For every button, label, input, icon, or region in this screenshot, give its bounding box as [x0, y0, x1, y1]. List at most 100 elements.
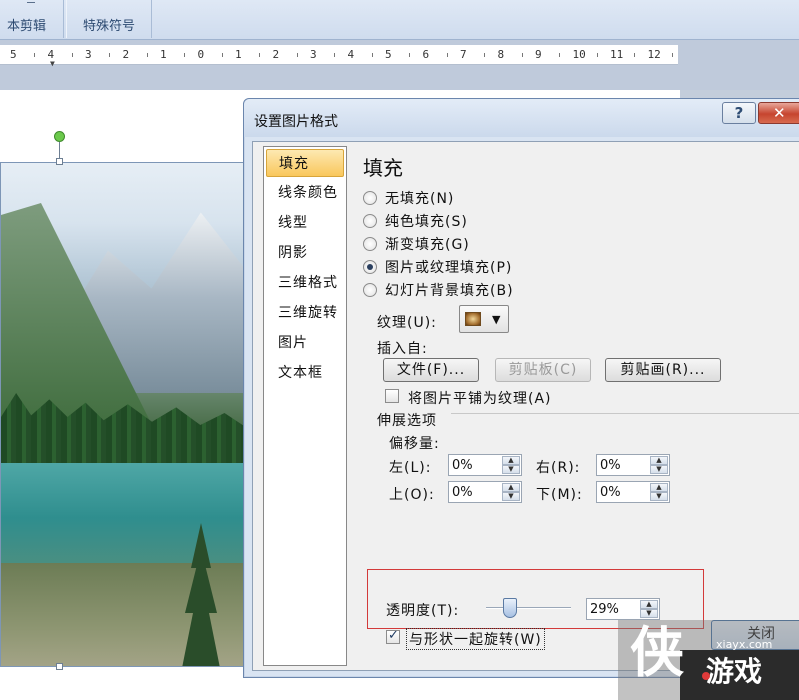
file-button[interactable]: 文件(F)...	[383, 358, 479, 382]
ruler-tick	[521, 53, 523, 57]
dropdown-arrow-icon: ▼	[492, 313, 501, 326]
ruler-label: 3	[85, 48, 92, 61]
ruler-tick	[671, 53, 673, 57]
fill-option[interactable]: 幻灯片背景填充(B)	[363, 280, 514, 300]
ribbon-group-special-symbols[interactable]: 特殊符号	[66, 0, 152, 38]
offset-right-value: 0%	[600, 458, 621, 473]
texture-swatch-icon	[465, 312, 481, 326]
close-icon[interactable]: ✕	[758, 102, 799, 124]
spin-up-icon[interactable]: ▲	[502, 483, 520, 492]
ruler-label: 11	[610, 48, 624, 61]
stretch-options-label: 伸展选项	[377, 410, 441, 430]
resize-handle-bottom[interactable]	[56, 663, 63, 670]
ribbon-group-clip[interactable]: 本剪辑	[0, 0, 64, 38]
panel-heading: 填充	[363, 156, 403, 180]
spin-down-icon[interactable]: ▼	[650, 465, 668, 474]
format-picture-dialog: 设置图片格式 ? ✕ 填充 线条颜色 线型 阴影 三维格式 三维旋转 图片 文本框 填充 无填…	[243, 98, 799, 678]
ruler-tick	[559, 53, 560, 57]
category-item[interactable]: 文本框	[266, 359, 344, 387]
ruler-tick	[259, 53, 260, 57]
ruler-tick	[409, 53, 410, 57]
spin-down-icon[interactable]: ▼	[640, 609, 658, 618]
rotate-with-shape-checkbox[interactable]	[386, 628, 400, 644]
offset-bottom-label: 下(M):	[536, 487, 583, 503]
ruler-label: 4	[347, 48, 355, 61]
category-item[interactable]: 三维旋转	[266, 299, 344, 327]
clipboard-button[interactable]: 剪贴板(C)	[495, 358, 591, 382]
dialog-body: 填充 线条颜色 线型 阴影 三维格式 三维旋转 图片 文本框 填充 无填充(N) 纯色填充(S)…	[252, 141, 799, 671]
transparency-slider-thumb[interactable]	[502, 598, 517, 618]
transparency-value: 29%	[590, 602, 619, 617]
transparency-spinner[interactable]: 29% ▲ ▼	[586, 598, 660, 620]
ruler-label: 2	[272, 48, 280, 61]
transparency-slider-track[interactable]	[486, 607, 571, 609]
radio-icon[interactable]	[363, 191, 377, 205]
ruler-label: 9	[535, 48, 542, 61]
ruler-tick	[446, 53, 448, 57]
category-item[interactable]: 填充	[266, 149, 344, 177]
watermark-dot-icon	[702, 672, 710, 680]
ruler-label: 7	[460, 48, 467, 61]
texture-dropdown[interactable]: ▼	[459, 305, 509, 333]
fill-option-label: 无填充(N)	[385, 191, 455, 207]
ruler-tick	[484, 53, 485, 57]
texture-label: 纹理(U):	[377, 315, 437, 331]
category-item[interactable]: 三维格式	[266, 269, 344, 297]
offset-bottom-spinner[interactable]: 0% ▲ ▼	[596, 481, 670, 503]
tile-texture-checkbox[interactable]	[385, 389, 399, 403]
ruler-tick	[296, 53, 298, 57]
dialog-title-bar[interactable]: 设置图片格式 ? ✕	[244, 99, 799, 137]
help-button[interactable]: ?	[722, 102, 756, 124]
offset-right-label: 右(R):	[536, 460, 581, 476]
ruler-label: 12	[647, 48, 661, 61]
ruler-label: 3	[310, 48, 317, 61]
radio-icon[interactable]	[363, 214, 377, 228]
radio-icon[interactable]	[363, 283, 377, 297]
ruler-tick	[184, 53, 185, 57]
fill-option-label: 幻灯片背景填充(B)	[385, 283, 514, 299]
spin-up-icon[interactable]: ▲	[640, 600, 658, 609]
fill-option-label: 图片或纹理填充(P)	[385, 260, 513, 276]
spin-down-icon[interactable]: ▼	[502, 465, 520, 474]
radio-icon[interactable]	[363, 237, 377, 251]
ruler-tick	[221, 53, 223, 57]
spin-down-icon[interactable]: ▼	[650, 492, 668, 501]
ribbon: 本剪辑 特殊符号	[0, 0, 799, 40]
ruler-tick	[109, 53, 110, 57]
ruler-tick	[71, 53, 73, 57]
category-item[interactable]: 阴影	[266, 239, 344, 267]
offset-top-spinner[interactable]: 0% ▲ ▼	[448, 481, 522, 503]
clipart-button[interactable]: 剪贴画(R)...	[605, 358, 721, 382]
ribbon-group-label: 特殊符号	[82, 19, 135, 34]
spin-up-icon[interactable]: ▲	[650, 456, 668, 465]
horizontal-ruler[interactable]: ▼ 5 4 3 2 1 0 1 2 3 4 5 6 7 8 9 10 11 12	[0, 45, 678, 68]
offset-top-value: 0%	[452, 485, 473, 500]
fill-option-label: 纯色填充(S)	[385, 214, 468, 230]
fill-option[interactable]: 渐变填充(G)	[363, 234, 470, 254]
ruler-tick	[371, 53, 373, 57]
fill-option[interactable]: 图片或纹理填充(P)	[363, 257, 512, 277]
offset-left-value: 0%	[452, 458, 473, 473]
category-item[interactable]: 线型	[266, 209, 344, 237]
radio-selected-icon[interactable]	[363, 260, 377, 274]
fill-option-label: 渐变填充(G)	[385, 237, 470, 253]
category-item[interactable]: 线条颜色	[266, 179, 344, 207]
ruler-label: 8	[497, 48, 505, 61]
spin-down-icon[interactable]: ▼	[502, 492, 520, 501]
category-item[interactable]: 图片	[266, 329, 344, 357]
spin-up-icon[interactable]: ▲	[650, 483, 668, 492]
fill-option[interactable]: 纯色填充(S)	[363, 211, 468, 231]
ruler-label: 5	[385, 48, 392, 61]
offset-left-spinner[interactable]: 0% ▲ ▼	[448, 454, 522, 476]
resize-handle-top[interactable]	[56, 158, 63, 165]
ruler-label: 5	[10, 48, 17, 61]
spin-up-icon[interactable]: ▲	[502, 456, 520, 465]
fill-option[interactable]: 无填充(N)	[363, 188, 454, 208]
ruler-label: 6	[422, 48, 430, 61]
ribbon-icon-stub	[26, 0, 35, 3]
rotation-handle[interactable]	[54, 131, 65, 142]
insert-from-label: 插入自:	[377, 341, 428, 357]
group-divider	[451, 413, 799, 414]
ribbon-group-label: 本剪辑	[6, 19, 46, 34]
offset-right-spinner[interactable]: 0% ▲ ▼	[596, 454, 670, 476]
